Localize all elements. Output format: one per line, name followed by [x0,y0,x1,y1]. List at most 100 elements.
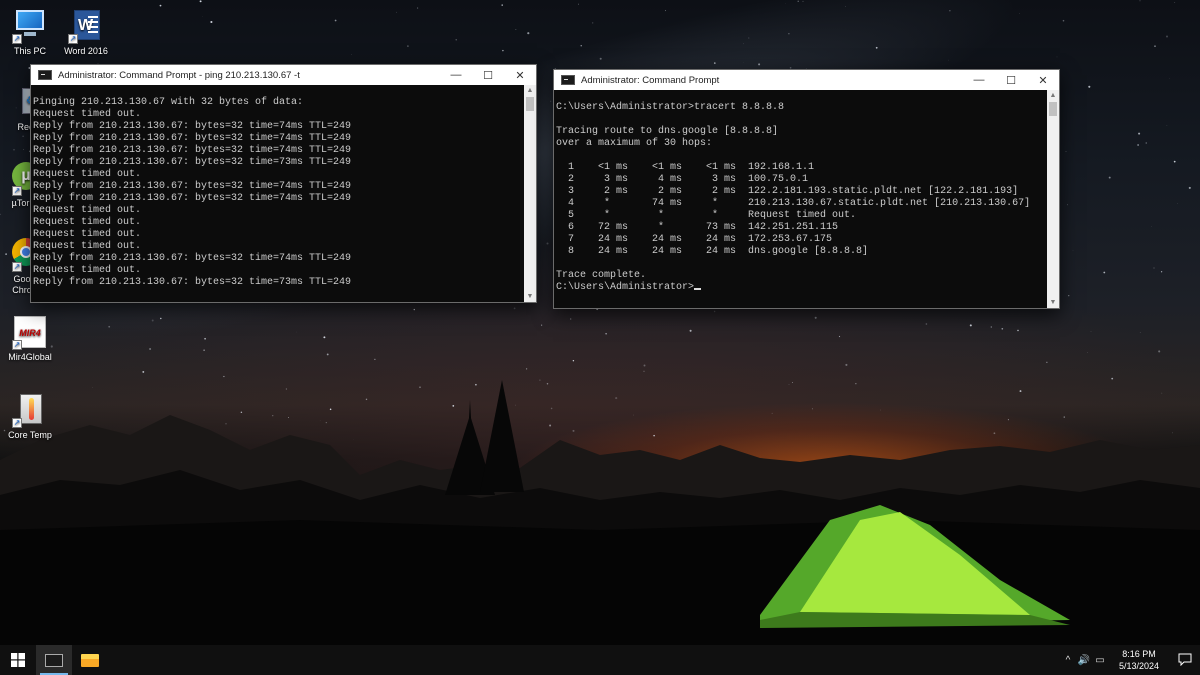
ping-command-prompt-window[interactable]: Administrator: Command Prompt - ping 210… [30,64,537,303]
star [643,364,646,367]
star [413,308,415,311]
scroll-thumb[interactable] [1049,102,1057,116]
window-titlebar[interactable]: Administrator: Command Prompt — ☐ ✕ [554,70,1059,90]
close-button[interactable]: ✕ [1027,70,1059,90]
star [202,16,203,17]
command-prompt-line: C:\Users\Administrator> [556,282,695,293]
desktop-icon-mir4global[interactable]: MIR4 ↗ Mir4Global [0,314,60,363]
tracert-command-prompt-window[interactable]: Administrator: Command Prompt — ☐ ✕ C:\U… [553,69,1060,309]
star [1087,352,1088,353]
star [1166,35,1168,38]
scroll-up-icon[interactable]: ▲ [524,85,536,96]
action-center-button[interactable] [1170,653,1200,668]
star [513,307,516,310]
clock[interactable]: 8:16 PM 5/13/2024 [1108,648,1170,672]
scroll-thumb[interactable] [526,97,534,111]
console-output[interactable]: C:\Users\Administrator>tracert 8.8.8.8 T… [554,90,1047,308]
tracert-output-text: C:\Users\Administrator>tracert 8.8.8.8 T… [556,102,1031,281]
star [845,363,848,366]
star [203,349,205,351]
star [1158,350,1161,353]
vertical-scrollbar[interactable]: ▲ ▼ [524,85,536,302]
star [578,3,579,5]
star [323,336,326,339]
windows-logo-icon [11,653,25,667]
star [1017,329,1019,332]
command-prompt-icon [38,70,52,80]
taskbar: ^ 🔊 ▭ 8:16 PM 5/13/2024 [0,645,1200,675]
scroll-down-icon[interactable]: ▼ [1047,297,1059,308]
shortcut-arrow-icon: ↗ [12,262,22,272]
star [838,335,841,338]
star [455,39,457,41]
command-prompt-icon [561,75,575,85]
desktop-icon-label: Core Temp [8,430,52,440]
star [599,57,602,60]
star [527,32,530,35]
desktop-icon-this-pc[interactable]: ↗ This PC [0,8,60,57]
wallpaper-landscape [0,380,1200,645]
star [1154,45,1156,47]
star [1068,295,1070,297]
star [396,11,397,13]
start-button[interactable] [0,645,36,675]
star [210,20,213,24]
star [296,331,297,333]
star [948,59,950,61]
star [151,319,154,322]
minimize-button[interactable]: — [963,70,995,90]
network-icon[interactable]: ▭ [1092,655,1108,666]
show-hidden-icons-chevron-icon[interactable]: ^ [1060,655,1076,666]
star [525,368,528,370]
system-tray: ^ 🔊 ▭ 8:16 PM 5/13/2024 [1060,645,1200,675]
star [1072,249,1074,251]
taskbar-file-explorer-button[interactable] [72,645,108,675]
star [374,358,376,361]
taskbar-command-prompt-button[interactable] [36,645,72,675]
clock-time: 8:16 PM [1122,649,1156,659]
desktop-icon-word[interactable]: W ↗ Word 2016 [56,8,116,57]
vertical-scrollbar[interactable]: ▲ ▼ [1047,90,1059,308]
star [797,0,799,2]
star [199,0,202,3]
star [1160,271,1163,273]
notification-icon [1178,653,1192,666]
desktop-icon-label: Word 2016 [64,46,108,56]
star [802,0,804,2]
console-output[interactable]: Pinging 210.213.130.67 with 32 bytes of … [31,85,524,302]
star [592,22,594,24]
clock-date: 5/13/2024 [1118,661,1160,671]
star [502,49,504,52]
star [501,4,503,6]
scroll-down-icon[interactable]: ▼ [524,291,536,302]
star [1056,56,1058,58]
star [1188,186,1191,189]
star [605,333,607,335]
word-icon: W ↗ [68,8,104,44]
star [351,54,352,55]
star [1046,361,1048,363]
shortcut-arrow-icon: ↗ [12,34,22,44]
maximize-button[interactable]: ☐ [472,65,504,85]
star [1173,160,1176,163]
star [223,375,225,378]
star [949,10,951,12]
desktop-icon-core-temp[interactable]: ↗ Core Temp [0,392,60,441]
close-button[interactable]: ✕ [504,65,536,85]
star [1174,2,1176,3]
scroll-up-icon[interactable]: ▲ [1047,90,1059,101]
window-titlebar[interactable]: Administrator: Command Prompt - ping 210… [31,65,536,85]
star [689,329,692,332]
minimize-button[interactable]: — [440,65,472,85]
star [149,347,152,351]
star [748,37,750,39]
volume-icon[interactable]: 🔊 [1076,655,1092,666]
star [160,317,162,320]
star [1139,0,1141,2]
star [713,310,716,313]
star [13,148,15,151]
maximize-button[interactable]: ☐ [995,70,1027,90]
star [108,325,111,328]
star [1065,151,1067,153]
star [1088,85,1091,88]
